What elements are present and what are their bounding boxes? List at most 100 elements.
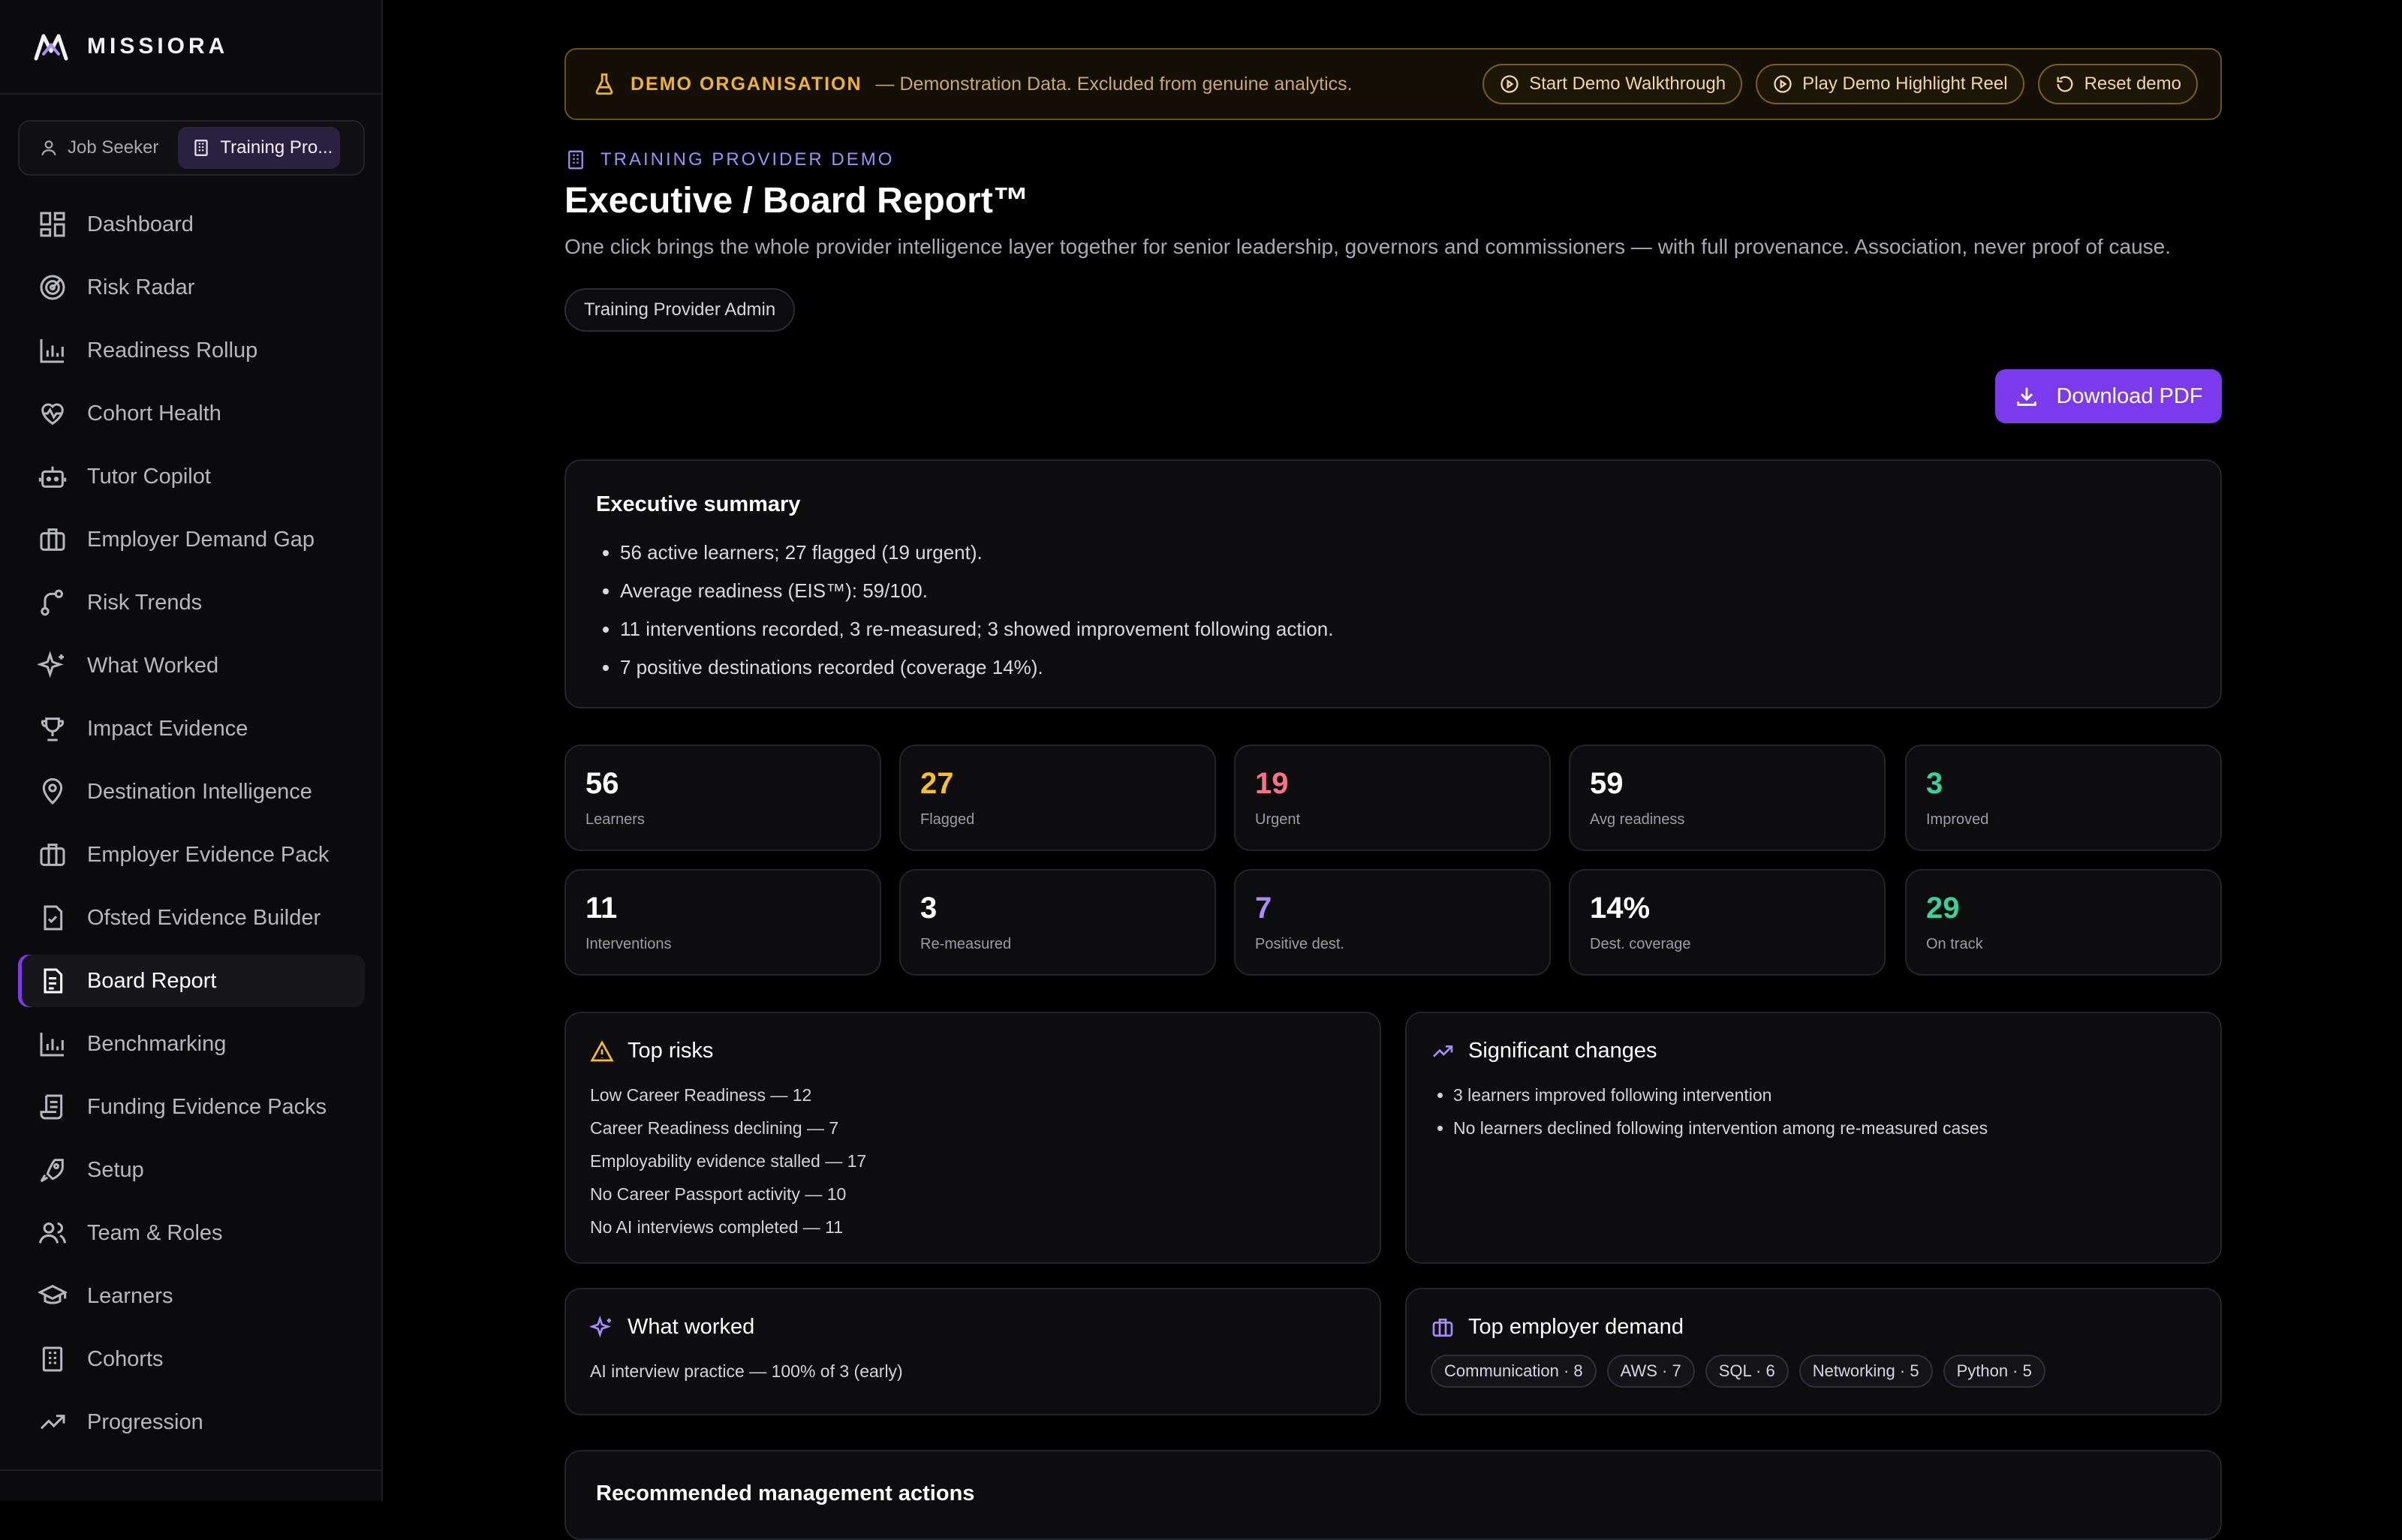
stat-value: 3 bbox=[920, 892, 938, 925]
sidebar-item-tutor-copilot[interactable]: Tutor Copilot bbox=[18, 450, 365, 503]
sparkles-icon bbox=[590, 1315, 612, 1338]
sidebar-item-cohort-health[interactable]: Cohort Health bbox=[18, 387, 365, 440]
building-icon bbox=[42, 1346, 63, 1372]
training-provider-label: Training Pro... bbox=[220, 137, 333, 158]
stat-label: Flagged bbox=[920, 811, 975, 828]
sidebar-item-label: Cohorts bbox=[87, 1346, 164, 1371]
demand-tag[interactable]: Networking · 5 bbox=[1798, 1355, 1933, 1388]
employer-demand-card: Top employer demand Communication · 8 AW… bbox=[1405, 1288, 2222, 1415]
what-worked-card: What worked AI interview practice — 100%… bbox=[564, 1288, 1381, 1415]
stat-value: 7 bbox=[1255, 892, 1272, 925]
sidebar-item-dashboard[interactable]: Dashboard bbox=[18, 198, 365, 251]
start-demo-walkthrough-button[interactable]: Start Demo Walkthrough bbox=[1482, 64, 1743, 104]
sidebar-item-risk-radar[interactable]: Risk Radar bbox=[18, 261, 365, 314]
demand-tag[interactable]: AWS · 7 bbox=[1606, 1355, 1695, 1388]
stat-value: 11 bbox=[585, 892, 618, 925]
sidebar-item-ofsted-evidence-builder[interactable]: Ofsted Evidence Builder bbox=[18, 892, 365, 944]
play-circle-icon bbox=[1500, 75, 1519, 93]
stat-label: Urgent bbox=[1255, 811, 1301, 828]
stat-label: Avg readiness bbox=[1590, 811, 1685, 828]
stat-label: Re-measured bbox=[920, 936, 1012, 952]
sidebar-item-destination-intelligence[interactable]: Destination Intelligence bbox=[18, 765, 365, 818]
stat-label: Learners bbox=[585, 811, 645, 828]
building-icon bbox=[568, 150, 583, 170]
reset-demo-button[interactable]: Reset demo bbox=[2037, 64, 2198, 104]
sidebar-item-setup[interactable]: Setup bbox=[18, 1144, 365, 1196]
risk-item: Career Readiness declining — 7 bbox=[590, 1118, 839, 1138]
sidebar-item-readiness-rollup[interactable]: Readiness Rollup bbox=[18, 324, 365, 377]
sidebar-item-impact-evidence[interactable]: Impact Evidence bbox=[18, 702, 365, 755]
demo-banner-description: — Demonstration Data. Excluded from genu… bbox=[875, 73, 1353, 95]
stat-avg-readiness: 59 Avg readiness bbox=[1569, 744, 1886, 851]
reset-demo-label: Reset demo bbox=[2084, 74, 2181, 94]
stat-value: 19 bbox=[1255, 767, 1289, 800]
sidebar-item-label: Setup bbox=[87, 1157, 144, 1182]
graduation-cap-icon bbox=[38, 1284, 68, 1304]
stat-on-track: 29 On track bbox=[1905, 869, 2222, 976]
sidebar-item-employer-evidence-pack[interactable]: Employer Evidence Pack bbox=[18, 829, 365, 881]
brand[interactable]: MISSIORA bbox=[0, 0, 381, 95]
sidebar-item-employer-demand-gap[interactable]: Employer Demand Gap bbox=[18, 513, 365, 566]
demo-actions: Start Demo Walkthrough Play Demo Highlig… bbox=[1482, 64, 2198, 104]
start-demo-walkthrough-label: Start Demo Walkthrough bbox=[1529, 74, 1726, 94]
recommended-actions-title: Recommended management actions bbox=[596, 1481, 975, 1505]
sidebar-item-label: Risk Trends bbox=[87, 590, 203, 615]
stat-urgent: 19 Urgent bbox=[1234, 744, 1551, 851]
file-check-icon bbox=[44, 905, 63, 931]
risk-item: Employability evidence stalled — 17 bbox=[590, 1151, 867, 1171]
sidebar-divider bbox=[0, 1469, 383, 1471]
risk-item: No Career Passport activity — 10 bbox=[590, 1184, 847, 1204]
warning-icon bbox=[590, 1039, 614, 1061]
sidebar-item-board-report[interactable]: Board Report bbox=[18, 955, 365, 1007]
bar-chart-icon bbox=[40, 1033, 64, 1057]
sidebar-item-team-roles[interactable]: Team & Roles bbox=[18, 1207, 365, 1259]
job-seeker-label: Job Seeker bbox=[68, 137, 159, 158]
sidebar-item-cohorts[interactable]: Cohorts bbox=[18, 1333, 365, 1385]
summary-bullet: Average readiness (EIS™): 59/100. bbox=[620, 572, 2190, 610]
stat-value: 56 bbox=[585, 767, 619, 800]
top-risks-card: Top risks Low Career Readiness — 12 Care… bbox=[564, 1012, 1381, 1264]
stat-label: Interventions bbox=[585, 936, 672, 952]
sidebar-item-label: Learners bbox=[87, 1283, 173, 1308]
map-pin-icon bbox=[42, 778, 63, 805]
demand-tag[interactable]: Communication · 8 bbox=[1431, 1355, 1597, 1388]
heart-pulse-icon bbox=[41, 403, 64, 426]
sidebar-item-label: Progression bbox=[87, 1409, 203, 1434]
summary-bullet: 11 interventions recorded, 3 re-measured… bbox=[620, 610, 2190, 648]
sidebar-item-progression[interactable]: Progression bbox=[18, 1396, 365, 1448]
sidebar-item-what-worked[interactable]: What Worked bbox=[18, 639, 365, 692]
download-pdf-button[interactable]: Download PDF bbox=[1995, 369, 2222, 423]
sidebar-item-label: Readiness Rollup bbox=[87, 338, 258, 362]
sidebar-item-benchmarking[interactable]: Benchmarking bbox=[18, 1018, 365, 1070]
demand-tag[interactable]: SQL · 6 bbox=[1705, 1355, 1789, 1388]
stat-value: 59 bbox=[1590, 767, 1624, 800]
risk-item: No AI interviews completed — 11 bbox=[590, 1217, 844, 1237]
significant-changes-list: 3 learners improved following interventi… bbox=[1431, 1078, 2196, 1144]
employer-demand-title: Top employer demand bbox=[1468, 1315, 1684, 1339]
executive-summary-title: Executive summary bbox=[596, 492, 801, 516]
training-provider-toggle[interactable]: Training Pro... bbox=[178, 127, 341, 169]
top-risks-title: Top risks bbox=[628, 1039, 714, 1063]
briefcase-icon bbox=[1432, 1318, 1453, 1337]
sidebar-item-risk-trends[interactable]: Risk Trends bbox=[18, 576, 365, 629]
stat-label: Dest. coverage bbox=[1590, 936, 1691, 952]
what-worked-item: AI interview practice — 100% of 3 (early… bbox=[590, 1361, 903, 1381]
rotate-ccw-icon bbox=[2057, 76, 2073, 92]
demo-banner: DEMO ORGANISATION — Demonstration Data. … bbox=[564, 48, 2222, 120]
demand-tag[interactable]: Python · 5 bbox=[1943, 1355, 2045, 1388]
sidebar-item-label: Cohort Health bbox=[87, 401, 221, 426]
sidebar-item-funding-evidence-packs[interactable]: Funding Evidence Packs bbox=[18, 1081, 365, 1133]
sidebar-item-learners[interactable]: Learners bbox=[18, 1270, 365, 1322]
summary-bullet: 56 active learners; 27 flagged (19 urgen… bbox=[620, 534, 2190, 572]
brand-name: MISSIORA bbox=[87, 34, 229, 59]
scroll-icon bbox=[40, 1094, 63, 1120]
play-demo-highlight-reel-button[interactable]: Play Demo Highlight Reel bbox=[1756, 64, 2024, 104]
stat-label: Positive dest. bbox=[1255, 936, 1344, 952]
summary-bullet: 7 positive destinations recorded (covera… bbox=[620, 648, 2190, 687]
what-worked-title: What worked bbox=[628, 1315, 755, 1339]
stat-value: 27 bbox=[920, 767, 954, 800]
play-demo-highlight-reel-label: Play Demo Highlight Reel bbox=[1802, 74, 2008, 94]
job-seeker-toggle[interactable]: Job Seeker bbox=[26, 127, 172, 169]
rocket-icon bbox=[40, 1159, 64, 1183]
role-switch: Job Seeker Training Pro... bbox=[18, 120, 365, 176]
